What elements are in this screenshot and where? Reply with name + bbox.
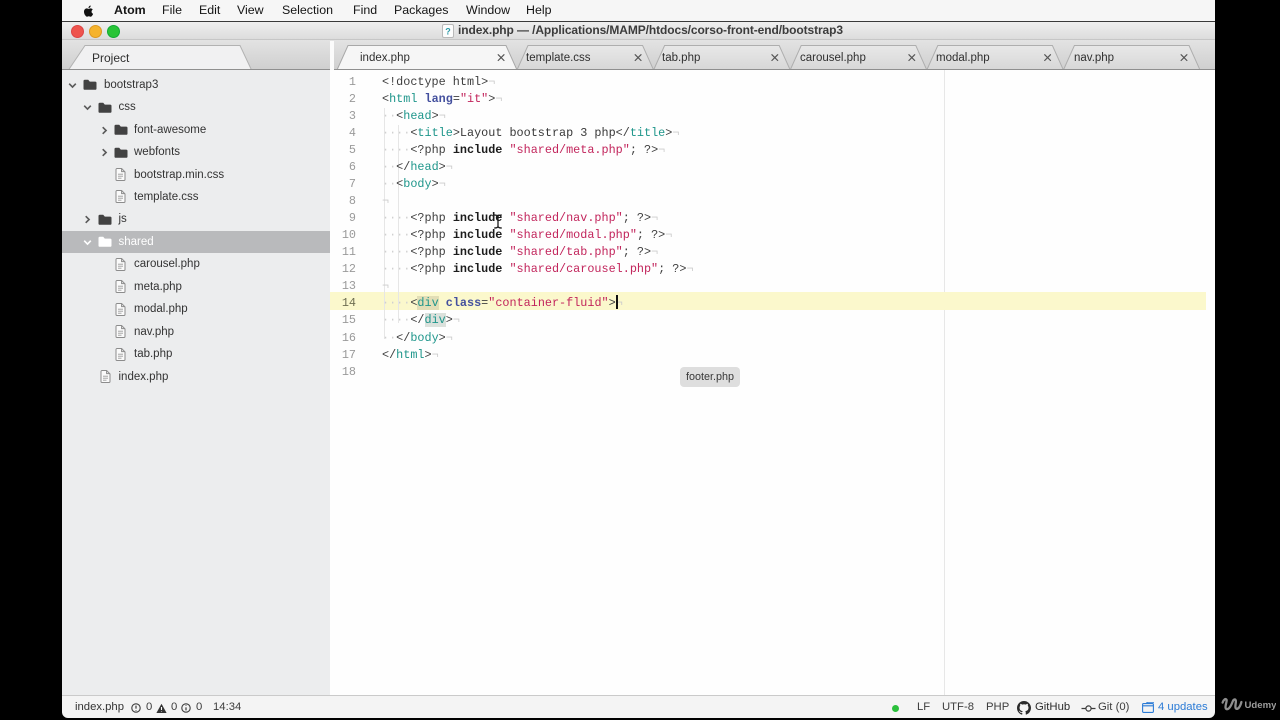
svg-text:Udemy: Udemy	[1245, 700, 1277, 711]
svg-text:?: ?	[445, 27, 451, 37]
